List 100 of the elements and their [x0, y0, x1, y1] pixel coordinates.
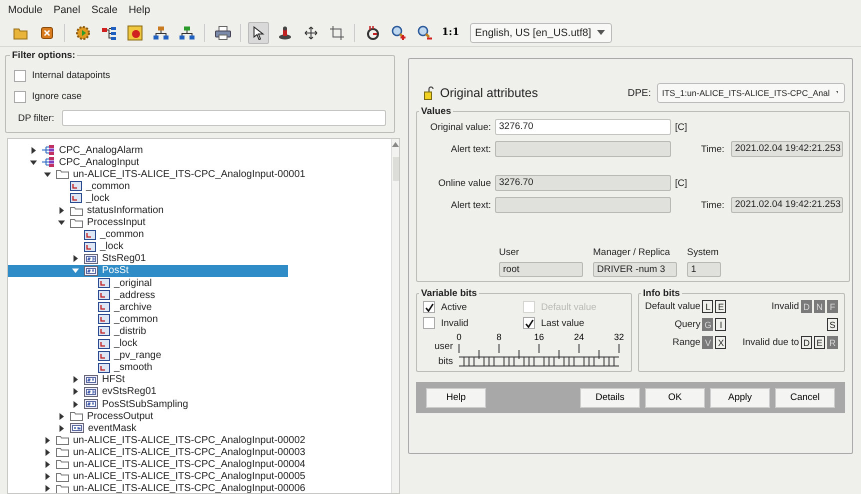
- folder-icon: [70, 206, 83, 216]
- info-bit-label: Range: [672, 337, 700, 348]
- scrollbar[interactable]: [391, 139, 399, 493]
- menu-item[interactable]: Module: [8, 4, 42, 16]
- tree-item[interactable]: _lock: [8, 192, 288, 204]
- expand-arrow-icon[interactable]: [58, 207, 65, 214]
- folder-icon: [12, 26, 28, 40]
- tree-item[interactable]: HFSt: [8, 374, 288, 386]
- expand-arrow-icon[interactable]: [30, 146, 37, 154]
- tree-item[interactable]: _pv_range: [8, 350, 288, 362]
- tree-item[interactable]: _smooth: [8, 362, 288, 374]
- tree-item[interactable]: un-ALICE_ITS-ALICE_ITS-CPC_AnalogInput-00001: [8, 168, 310, 180]
- hierarchy-icon: [178, 26, 194, 40]
- tree-item[interactable]: evStsReg01: [8, 386, 288, 398]
- unit-label: [C]: [675, 178, 688, 188]
- tree-item[interactable]: _lock: [8, 240, 288, 253]
- expand-arrow-icon[interactable]: [58, 412, 65, 420]
- tree-item[interactable]: statusInformation: [8, 204, 288, 217]
- tree-item[interactable]: _common: [8, 313, 288, 326]
- collapse-arrow-icon[interactable]: [30, 158, 37, 166]
- collapse-arrow-icon[interactable]: [58, 219, 65, 226]
- expand-arrow-icon[interactable]: [44, 460, 51, 468]
- checkbox[interactable]: [523, 317, 535, 329]
- menu-item[interactable]: Scale: [91, 4, 118, 16]
- folder-icon: [70, 218, 83, 228]
- info-bit-label: Invalid due to: [742, 337, 799, 348]
- expand-arrow-icon[interactable]: [72, 376, 79, 384]
- tree-item[interactable]: un-ALICE_ITS-ALICE_ITS-CPC_AnalogInput-00002: [8, 434, 310, 446]
- tick-label: 16: [534, 332, 544, 342]
- value-field[interactable]: 3276.70: [495, 175, 671, 191]
- tree-item[interactable]: _common: [8, 228, 288, 241]
- value-field[interactable]: 3276.70: [495, 119, 671, 135]
- tree-item[interactable]: PosStSubSampling: [8, 398, 288, 410]
- info-bit-indicator: N: [814, 300, 825, 313]
- tree-item[interactable]: ProcessInput: [8, 216, 288, 229]
- scrollbar-thumb[interactable]: [392, 157, 398, 181]
- config-icon: [98, 302, 110, 312]
- type-tree-icon: [42, 157, 55, 168]
- expand-arrow-icon[interactable]: [44, 448, 51, 456]
- group-title: Info bits: [642, 288, 681, 299]
- zoom-out-icon: [416, 24, 432, 40]
- config-icon: [84, 230, 96, 240]
- zoom-reset-button[interactable]: 1:1: [440, 22, 461, 44]
- tree-item[interactable]: StsReg01: [8, 252, 288, 265]
- expand-arrow-icon[interactable]: [58, 424, 65, 432]
- config-icon: [98, 290, 110, 300]
- tree-item[interactable]: _distrib: [8, 325, 288, 338]
- info-field: root: [499, 262, 583, 277]
- menu-item[interactable]: Panel: [53, 4, 80, 16]
- bits-icon: [70, 423, 84, 434]
- dialog-button[interactable]: Apply: [710, 388, 770, 408]
- caret-icon: [836, 90, 838, 96]
- tree-item[interactable]: un-ALICE_ITS-ALICE_ITS-CPC_AnalogInput-00003: [8, 446, 310, 458]
- info-bit-indicator: L: [702, 300, 714, 313]
- dialog-button[interactable]: Help: [426, 388, 486, 408]
- tree-item[interactable]: CPC_AnalogInput: [8, 156, 288, 168]
- user-bits-label: bits: [438, 356, 453, 367]
- config-icon: [98, 278, 110, 288]
- scroll-up-icon[interactable]: [392, 142, 399, 147]
- float-icon: [84, 399, 98, 410]
- config-icon: [70, 181, 82, 192]
- expand-arrow-icon[interactable]: [72, 400, 79, 408]
- group-title: Filter options:: [11, 50, 76, 61]
- user-bits-label: user: [434, 341, 453, 352]
- tree-item[interactable]: CPC_AnalogAlarm: [8, 144, 288, 156]
- tool-button[interactable]: [248, 22, 269, 44]
- tree-item[interactable]: un-ALICE_ITS-ALICE_ITS-CPC_AnalogInput-00004: [8, 458, 310, 471]
- expand-arrow-icon[interactable]: [44, 485, 51, 492]
- tree-item[interactable]: _common: [8, 180, 288, 192]
- tree-item[interactable]: _lock: [8, 338, 288, 350]
- tree-item[interactable]: _original: [8, 277, 288, 290]
- dialog-button[interactable]: OK: [645, 388, 705, 408]
- checkbox-label: Ignore case: [32, 91, 82, 102]
- tree-item[interactable]: un-ALICE_ITS-ALICE_ITS-CPC_AnalogInput-00005: [8, 470, 310, 483]
- expand-arrow-icon[interactable]: [44, 473, 51, 480]
- tree-item[interactable]: un-ALICE_ITS-ALICE_ITS-CPC_AnalogInput-00006: [8, 482, 310, 493]
- expand-arrow-icon[interactable]: [72, 388, 79, 396]
- checkbox[interactable]: [14, 90, 26, 102]
- tree-item[interactable]: _archive: [8, 301, 288, 314]
- dp-filter-field[interactable]: [62, 110, 386, 126]
- tree-item[interactable]: PosSt: [8, 264, 288, 278]
- dialog-button[interactable]: Details: [580, 388, 640, 408]
- checkbox[interactable]: [423, 317, 435, 329]
- dpe-dropdown[interactable]: ITS_1:un-ALICE_ITS-ALICE_ITS-CPC_Anal: [657, 83, 845, 103]
- tree-item[interactable]: eventMask: [8, 422, 288, 434]
- field-label: DPE:: [628, 88, 651, 98]
- tree-item[interactable]: _address: [8, 289, 288, 302]
- checkbox[interactable]: [423, 301, 435, 313]
- expand-arrow-icon[interactable]: [72, 255, 79, 262]
- field-label: Original value:: [429, 122, 491, 132]
- dialog-button[interactable]: Cancel: [775, 388, 835, 408]
- info-bit-label: Default value: [645, 301, 700, 312]
- field-label: DP filter:: [18, 112, 54, 124]
- folder-icon: [56, 435, 69, 446]
- language-dropdown[interactable]: English, US [en_US.utf8]: [470, 22, 612, 42]
- menu-item[interactable]: Help: [128, 4, 150, 16]
- expand-arrow-icon[interactable]: [44, 436, 51, 444]
- tree-item[interactable]: ProcessOutput: [8, 410, 288, 422]
- checkbox[interactable]: [14, 70, 26, 82]
- collapse-arrow-icon[interactable]: [44, 170, 51, 178]
